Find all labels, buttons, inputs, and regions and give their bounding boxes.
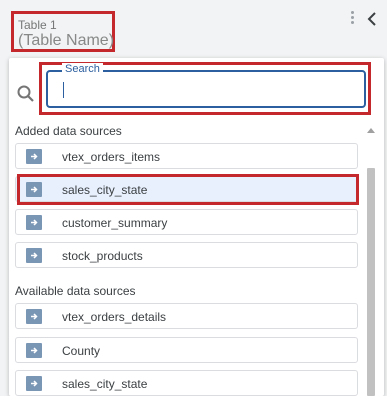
search-label: Search	[62, 63, 103, 75]
available-source-item[interactable]: sales_city_state	[15, 370, 358, 396]
added-source-item[interactable]: customer_summary	[15, 209, 358, 235]
available-source-item[interactable]: vtex_orders_details	[15, 303, 358, 329]
dropdown-scrollbar[interactable]	[365, 128, 377, 396]
scroll-thumb[interactable]	[367, 168, 375, 396]
data-source-arrow-icon	[26, 343, 42, 358]
table-label: Table 1	[18, 18, 57, 32]
added-sources-heading: Added data sources	[15, 124, 122, 138]
panel-header: Table 1 (Table Name)	[0, 0, 387, 56]
available-source-label: vtex_orders_details	[62, 310, 167, 324]
available-sources-heading: Available data sources	[15, 284, 136, 298]
table-title-highlight[interactable]: Table 1 (Table Name)	[11, 11, 115, 52]
data-source-arrow-icon	[26, 309, 42, 324]
added-source-item[interactable]: stock_products	[15, 242, 358, 268]
chevron-left-icon[interactable]	[364, 9, 380, 29]
table-name-field[interactable]: (Table Name)	[18, 32, 114, 50]
kebab-menu-icon[interactable]	[347, 11, 357, 29]
magnifier-icon	[16, 84, 36, 104]
added-source-item[interactable]: vtex_orders_items	[15, 143, 358, 169]
data-source-arrow-icon	[26, 248, 42, 263]
data-source-arrow-icon	[26, 182, 42, 197]
added-source-label: stock_products	[62, 249, 143, 263]
available-source-item[interactable]: County	[15, 337, 358, 363]
data-source-arrow-icon	[26, 149, 42, 164]
added-source-label: vtex_orders_items	[62, 150, 161, 164]
data-source-dropdown: Search Added data sources vtex_orders_it…	[9, 58, 384, 396]
data-source-arrow-icon	[26, 215, 42, 230]
available-source-label: County	[62, 344, 101, 358]
table-config-panel: Table 1 (Table Name) Search Added data s…	[0, 0, 387, 396]
data-source-arrow-icon	[26, 376, 42, 391]
text-caret	[63, 82, 64, 98]
added-source-label: sales_city_state	[62, 183, 148, 197]
added-source-item-selected[interactable]: sales_city_state	[15, 176, 358, 202]
added-source-label: customer_summary	[62, 216, 168, 230]
search-highlight: Search	[39, 62, 371, 115]
scroll-up-arrow-icon[interactable]	[367, 128, 375, 133]
available-source-label: sales_city_state	[62, 377, 148, 391]
search-input[interactable]: Search	[46, 63, 366, 108]
